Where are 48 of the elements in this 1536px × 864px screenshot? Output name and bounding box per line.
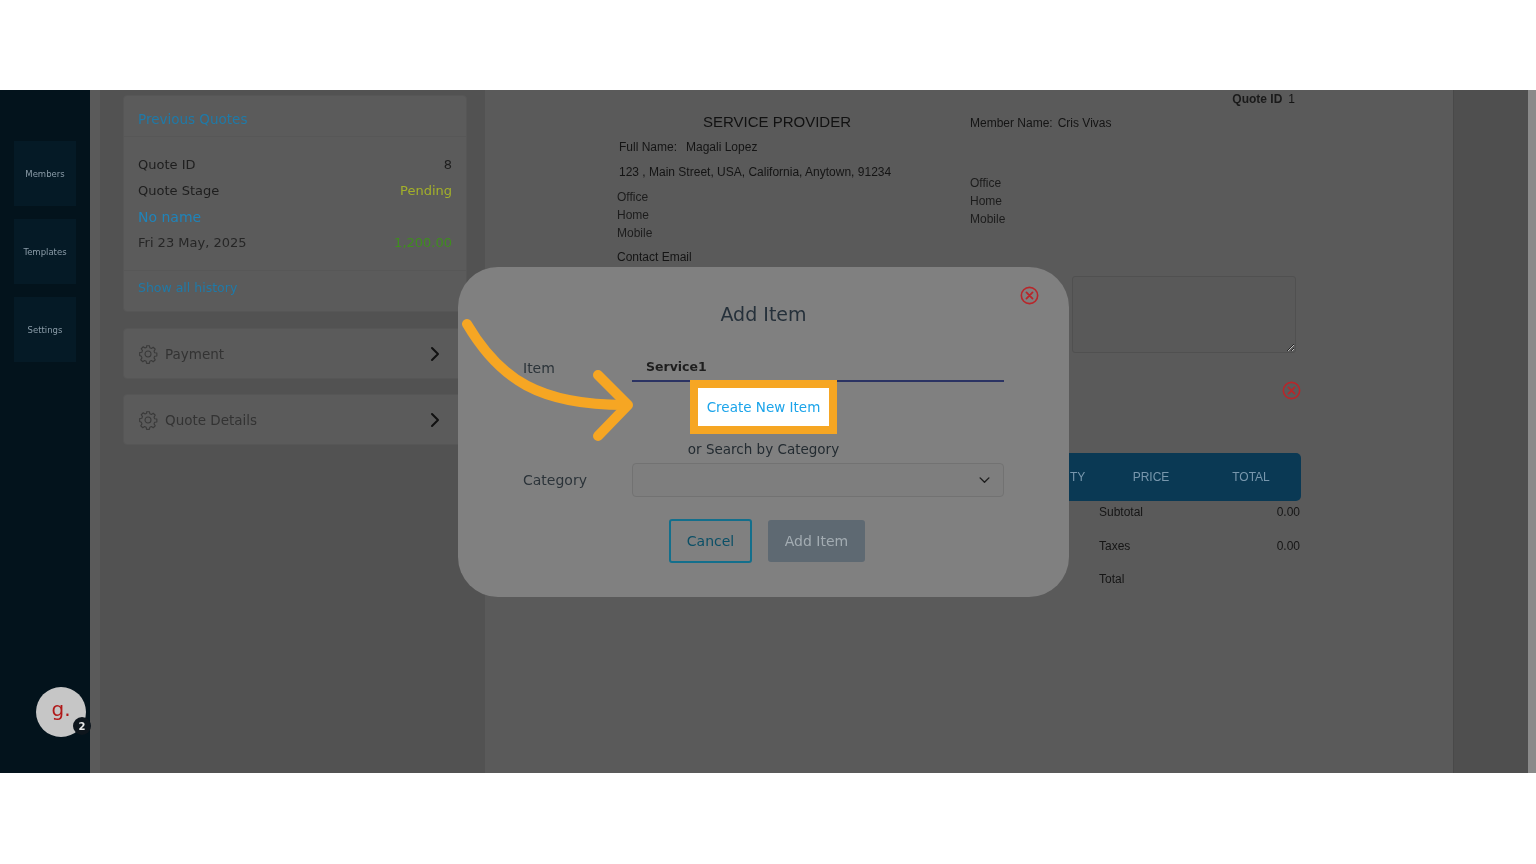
column-header: TY bbox=[1069, 470, 1087, 484]
total-label: Total bbox=[1099, 572, 1125, 586]
cancel-button[interactable]: Cancel bbox=[669, 519, 752, 563]
field-label: Contact Email bbox=[617, 250, 692, 264]
close-icon[interactable] bbox=[1020, 286, 1039, 305]
dialog-title: Add Item bbox=[719, 302, 808, 326]
search-hint: or Search by Category bbox=[686, 440, 841, 458]
total-value: 0.00 bbox=[1276, 505, 1300, 519]
notes-field[interactable] bbox=[1072, 276, 1296, 353]
quote-field-label: Quote Stage bbox=[138, 182, 220, 200]
create-item-link[interactable]: Create New Item bbox=[689, 380, 838, 434]
field-label: Category bbox=[523, 472, 588, 488]
total-label: Taxes bbox=[1099, 539, 1131, 553]
phone-label: Mobile bbox=[970, 212, 1006, 226]
chevron-icon bbox=[979, 476, 990, 484]
category-select[interactable] bbox=[632, 463, 1004, 497]
quote-id-label: Quote ID bbox=[1232, 92, 1283, 106]
sidebar-item[interactable]: Templates bbox=[14, 219, 76, 284]
history-link[interactable]: Show all history bbox=[138, 279, 238, 297]
card-title: Previous Quotes bbox=[138, 110, 248, 128]
field-label: Full Name: bbox=[619, 140, 677, 154]
x-circle-icon[interactable] bbox=[1282, 381, 1301, 400]
sidebar-item[interactable]: Members bbox=[14, 141, 76, 206]
quote-field-value: 1,200.00 bbox=[394, 234, 452, 252]
quote-id-value: 1 bbox=[1287, 92, 1296, 106]
field-value: Magali Lopez bbox=[686, 140, 758, 154]
phone-label: Office bbox=[617, 190, 649, 204]
sidebar-item[interactable]: Settings bbox=[14, 297, 76, 362]
column-header: TOTAL bbox=[1231, 470, 1271, 484]
phone-label: Home bbox=[970, 194, 1002, 208]
section-heading: SERVICE PROVIDER bbox=[702, 114, 852, 130]
address-text: 123 , Main Street, USA, California, Anytown, 91234 bbox=[618, 165, 892, 179]
field-label: Item bbox=[523, 359, 556, 376]
notification-badge: 2 bbox=[73, 717, 91, 735]
total-label: Subtotal bbox=[1099, 505, 1144, 519]
quote-field-value: Pending bbox=[400, 182, 452, 200]
phone-label: Mobile bbox=[617, 226, 653, 240]
quote-field-label: No name bbox=[138, 208, 202, 226]
column-header: PRICE bbox=[1131, 470, 1171, 484]
phone-label: Home bbox=[617, 208, 649, 222]
gear-icon bbox=[138, 343, 158, 364]
quote-field-label: Quote ID bbox=[138, 156, 196, 174]
total-value: 0.00 bbox=[1276, 539, 1300, 553]
gear-icon bbox=[138, 409, 158, 430]
phone-label: Office bbox=[970, 176, 1002, 190]
quote-field-value: 8 bbox=[443, 156, 452, 174]
field-value: Cris Vivas bbox=[1057, 116, 1112, 130]
field-label: Member Name: bbox=[970, 116, 1053, 130]
